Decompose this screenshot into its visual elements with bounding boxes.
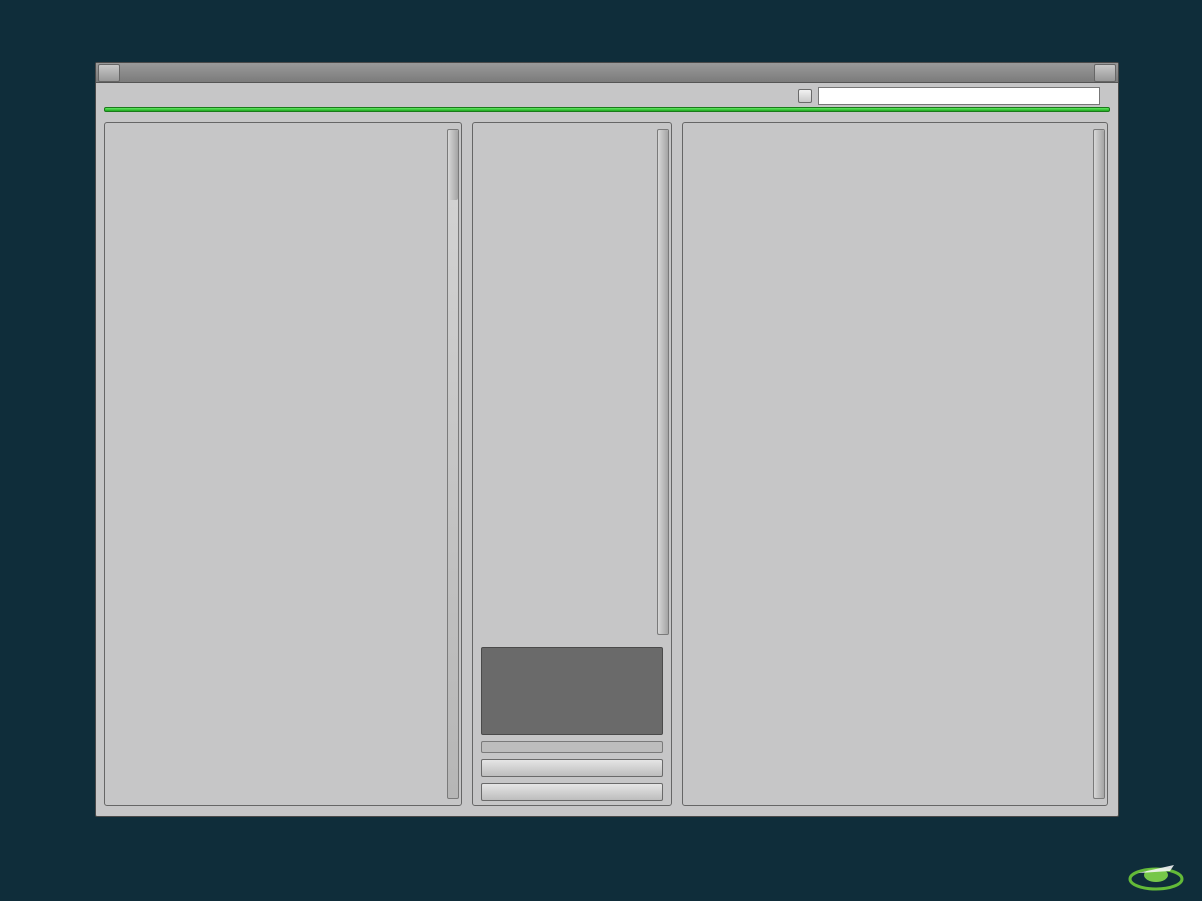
watermark-logo-icon bbox=[1126, 851, 1186, 895]
group-list-area bbox=[473, 123, 671, 641]
scrollbar[interactable] bbox=[447, 129, 459, 799]
add-assignment-button[interactable] bbox=[481, 783, 663, 801]
delete-assignment-button[interactable] bbox=[481, 759, 663, 777]
command-path-input[interactable] bbox=[818, 87, 1100, 105]
close-button-left[interactable] bbox=[98, 64, 120, 82]
instructions-text bbox=[481, 741, 663, 753]
tab-strip bbox=[96, 83, 1118, 105]
custom-commands-checkbox[interactable] bbox=[798, 89, 812, 103]
scrollbar[interactable] bbox=[1093, 129, 1105, 799]
plugin-command-area bbox=[798, 87, 1110, 105]
main-content bbox=[96, 112, 1118, 816]
key-list-panel bbox=[104, 122, 462, 806]
group-panel bbox=[472, 122, 672, 806]
joystick-equipment-window bbox=[95, 62, 1119, 817]
close-button-right[interactable] bbox=[1094, 64, 1116, 82]
scrollbar[interactable] bbox=[657, 129, 669, 635]
titlebar bbox=[96, 63, 1118, 83]
selection-info-box bbox=[481, 647, 663, 735]
command-list-panel bbox=[682, 122, 1108, 806]
watermark bbox=[1126, 851, 1192, 895]
